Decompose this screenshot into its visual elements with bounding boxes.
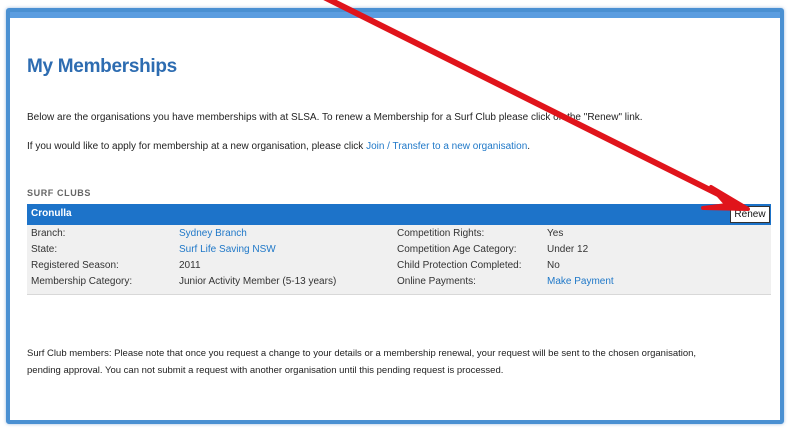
join-instruction: If you would like to apply for membershi… [27,141,530,152]
section-label-surf-clubs: SURF CLUBS [27,188,91,198]
state-label: State: [31,244,58,255]
details-row: State: Surf Life Saving NSW Competition … [27,244,771,258]
child-protection-value: No [547,260,560,271]
age-category-value: Under 12 [547,244,589,255]
state-link[interactable]: Surf Life Saving NSW [179,244,276,255]
branch-link[interactable]: Sydney Branch [179,228,247,239]
pending-request-note: Surf Club members: Please note that once… [27,348,697,376]
details-row: Branch: Sydney Branch Competition Rights… [27,228,771,242]
intro-text: Below are the organisations you have mem… [27,112,643,123]
age-category-label: Competition Age Category: [397,244,517,255]
competition-rights-label: Competition Rights: [397,228,485,239]
online-payments-label: Online Payments: [397,276,476,287]
join-transfer-link[interactable]: Join / Transfer to a new organisation [366,141,527,152]
renew-button[interactable]: Renew [730,206,770,223]
club-header-bar: Cronulla Renew [27,204,771,225]
membership-category-label: Membership Category: [31,276,133,287]
competition-rights-value: Yes [547,228,564,239]
page-title: My Memberships [27,56,177,77]
club-name: Cronulla [31,208,72,219]
join-instruction-suffix: . [527,141,531,152]
child-protection-label: Child Protection Completed: [397,260,522,271]
join-instruction-prefix: If you would like to apply for membershi… [27,141,367,152]
membership-category-value: Junior Activity Member (5-13 years) [179,276,337,287]
make-payment-link[interactable]: Make Payment [547,276,614,287]
branch-label: Branch: [31,228,66,239]
registered-season-label: Registered Season: [31,260,119,271]
club-details-table: Branch: Sydney Branch Competition Rights… [27,225,771,295]
details-row: Registered Season: 2011 Child Protection… [27,260,771,274]
details-row: Membership Category: Junior Activity Mem… [27,276,771,290]
registered-season-value: 2011 [179,260,201,271]
top-border-strip [10,12,780,18]
